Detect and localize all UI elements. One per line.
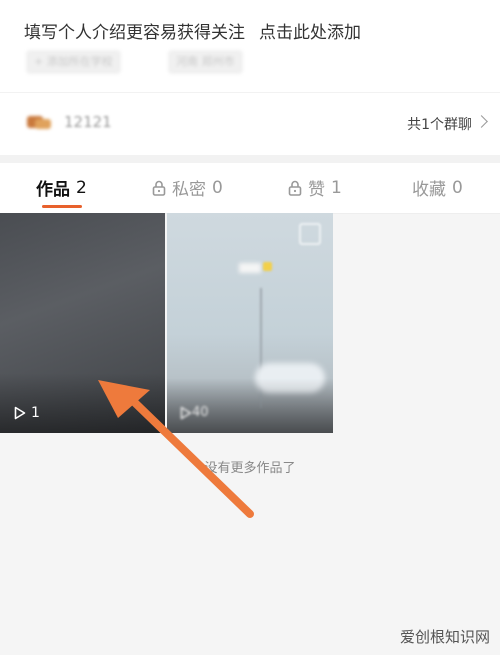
play-count-value: 40: [192, 405, 209, 420]
tab-label: 收藏: [412, 180, 446, 200]
tab-count: 0: [452, 177, 463, 198]
group-chat-count[interactable]: 共1个群聊: [407, 114, 472, 134]
group-chat-name[interactable]: 12121: [64, 113, 112, 131]
video-play-count: 1: [14, 405, 40, 421]
no-more-works-text: 没有更多作品了: [204, 461, 296, 476]
thumbnail-detail: [260, 288, 262, 408]
chevron-right-icon[interactable]: [475, 115, 488, 128]
corner-badge-icon: [299, 223, 321, 245]
watermark: 爱创根知识网: [399, 628, 490, 646]
lock-icon: [152, 180, 166, 196]
play-icon: [14, 406, 26, 420]
profile-tabs: 作品 2 私密 0 赞1 收藏 0: [0, 163, 500, 214]
intro-text: 填写个人介绍更容易获得关注: [24, 23, 245, 43]
play-count-value: 1: [31, 405, 40, 421]
profile-header: 填写个人介绍更容易获得关注 点击此处添加 + 添加所在学校 河南 郑州市 1212…: [0, 0, 500, 155]
tab-private[interactable]: 私密 0: [152, 175, 223, 200]
tab-count: 0: [212, 177, 223, 198]
section-spacer: [0, 155, 500, 163]
divider: [0, 92, 500, 93]
play-icon: [180, 406, 192, 419]
active-tab-indicator: [42, 205, 82, 208]
intro-prompt[interactable]: 填写个人介绍更容易获得关注 点击此处添加: [24, 18, 361, 43]
group-avatar-icon: [27, 116, 51, 129]
tab-likes[interactable]: 赞1: [288, 175, 342, 200]
lock-icon: [288, 180, 302, 196]
video-play-count: 40: [180, 405, 209, 420]
thumbnail-detail: [263, 262, 272, 271]
video-thumbnail[interactable]: [0, 213, 165, 433]
tab-label: 私密: [172, 180, 206, 200]
thumbnail-detail: [255, 363, 325, 393]
location-tag[interactable]: 河南 郑州市: [168, 50, 243, 74]
tab-label: 作品: [36, 180, 70, 200]
tab-favorites[interactable]: 收藏 0: [412, 175, 463, 201]
intro-add-link[interactable]: 点击此处添加: [259, 23, 361, 43]
tab-label: 赞: [308, 180, 325, 200]
thumbnail-detail: [239, 263, 261, 273]
tab-works[interactable]: 作品 2: [36, 175, 87, 201]
video-thumbnail[interactable]: [167, 213, 333, 433]
tab-count: 2: [76, 177, 87, 198]
tab-count: 1: [331, 177, 342, 198]
school-tag[interactable]: + 添加所在学校: [26, 50, 121, 74]
